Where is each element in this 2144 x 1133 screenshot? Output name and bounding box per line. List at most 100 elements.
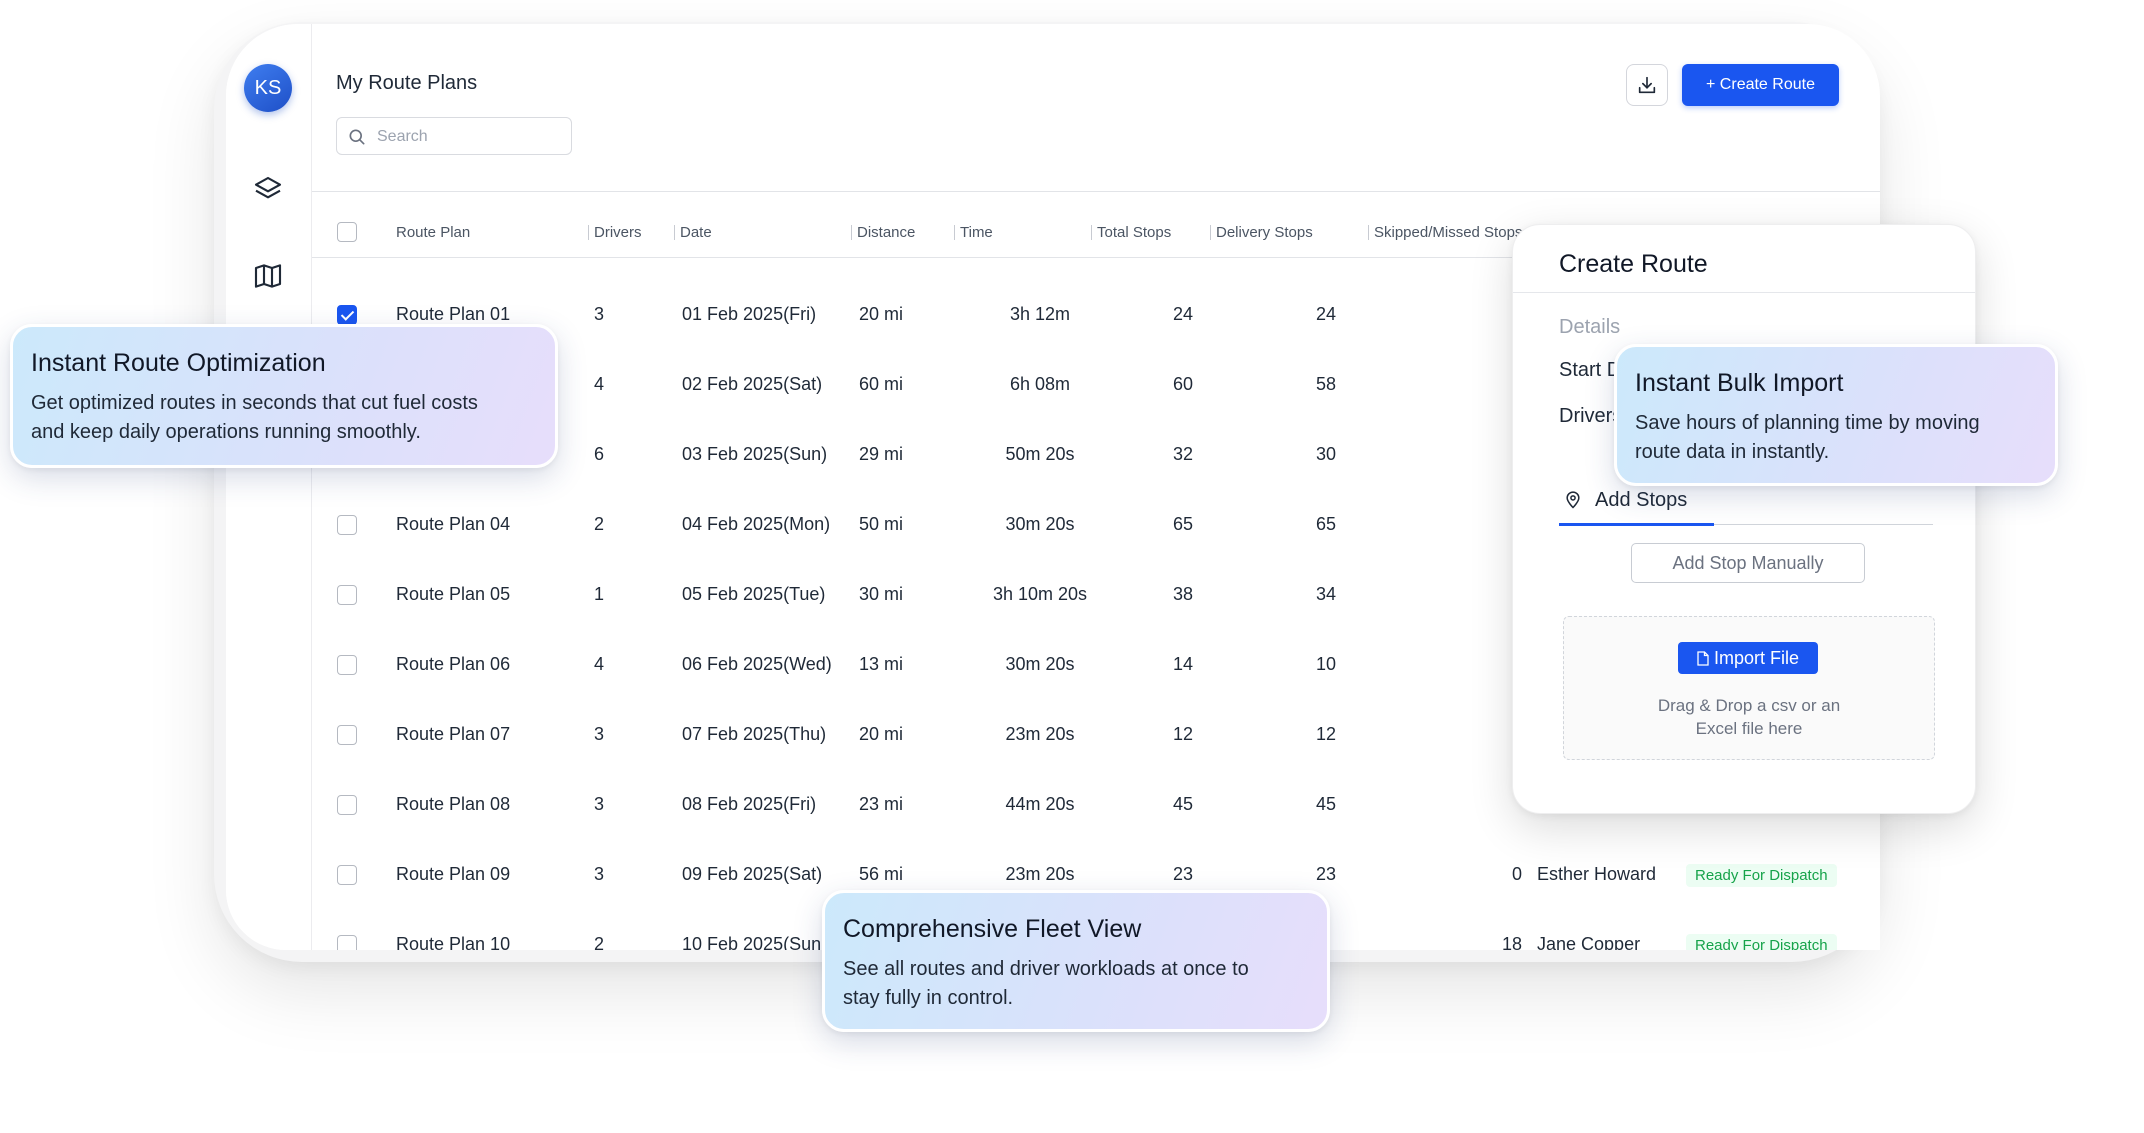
cell-created-by: Esther Howard xyxy=(1537,864,1657,884)
row-checkbox[interactable] xyxy=(337,795,357,815)
download-button[interactable] xyxy=(1626,64,1668,106)
callout-title: Comprehensive Fleet View xyxy=(843,915,1142,943)
cell-time: 30m 20s xyxy=(1005,654,1075,674)
cell-route-plan: Route Plan 07 xyxy=(396,724,511,744)
row-checkbox[interactable] xyxy=(337,655,357,675)
avatar[interactable]: KS xyxy=(244,64,292,112)
col-delivery-stops[interactable]: Delivery Stops xyxy=(1210,224,1313,241)
cell-time: 23m 20s xyxy=(1005,864,1075,884)
callout-body: Get optimized routes in seconds that cut… xyxy=(31,389,478,447)
cell-drivers: 1 xyxy=(594,584,605,604)
cell-delivery-stops: 30 xyxy=(1315,444,1336,464)
callout-body: See all routes and driver workloads at o… xyxy=(843,955,1249,1013)
cell-date: 06 Feb 2025(Wed) xyxy=(682,654,832,674)
cell-total-stops: 45 xyxy=(1172,794,1193,814)
row-checkbox[interactable] xyxy=(337,865,357,885)
cell-total-stops: 24 xyxy=(1172,304,1193,324)
cell-created-by: Jane Copper xyxy=(1537,934,1641,950)
cell-route-plan: Route Plan 04 xyxy=(396,514,511,534)
col-total-stops[interactable]: Total Stops xyxy=(1090,224,1171,241)
col-skipped-stops[interactable]: Skipped/Missed Stops xyxy=(1367,224,1522,241)
cell-total-stops: 60 xyxy=(1172,374,1193,394)
row-checkbox[interactable] xyxy=(337,585,357,605)
start-date-label: Start D xyxy=(1559,359,1622,381)
download-icon xyxy=(1638,76,1656,94)
status-badge: Ready For Dispatch xyxy=(1686,864,1837,887)
cell-delivery-stops: 58 xyxy=(1315,374,1336,394)
cell-date: 10 Feb 2025(Sun xyxy=(682,934,822,950)
cell-total-stops: 32 xyxy=(1172,444,1193,464)
callout-route-optimization: Instant Route Optimization Get optimized… xyxy=(10,324,558,468)
layers-icon[interactable] xyxy=(252,174,284,206)
divider xyxy=(1513,292,1975,293)
col-drivers[interactable]: Drivers xyxy=(588,224,642,241)
cell-date: 05 Feb 2025(Tue) xyxy=(682,584,826,604)
create-route-button[interactable]: + Create Route xyxy=(1682,64,1839,106)
cell-delivery-stops: 45 xyxy=(1315,794,1336,814)
search-input[interactable] xyxy=(377,126,557,148)
cell-drivers: 4 xyxy=(594,654,605,674)
drop-text-line: Excel file here xyxy=(1695,719,1803,738)
cell-delivery-stops: 23 xyxy=(1315,864,1336,884)
search-icon xyxy=(349,129,365,145)
cell-delivery-stops: 12 xyxy=(1315,724,1336,744)
import-file-label: Import File xyxy=(1713,647,1800,668)
col-route-plan[interactable]: Route Plan xyxy=(396,224,470,241)
create-route-panel: Create Route Details Start D Drivers Add… xyxy=(1512,224,1976,814)
cell-distance: 20 mi xyxy=(859,304,904,324)
cell-skipped-stops: 0 xyxy=(1511,864,1522,884)
cell-skipped-stops: 18 xyxy=(1501,934,1522,950)
cell-date: 02 Feb 2025(Sat) xyxy=(682,374,823,394)
cell-date: 09 Feb 2025(Sat) xyxy=(682,864,823,884)
cell-total-stops: 65 xyxy=(1172,514,1193,534)
cell-distance: 29 mi xyxy=(859,444,904,464)
status-badge: Ready For Dispatch xyxy=(1686,934,1837,950)
row-checkbox[interactable] xyxy=(337,305,357,325)
cell-route-plan: Route Plan 01 xyxy=(396,304,511,324)
add-stops-label: Add Stops xyxy=(1595,489,1688,511)
cell-distance: 23 mi xyxy=(859,794,904,814)
search-box[interactable] xyxy=(336,117,572,155)
file-icon xyxy=(1697,650,1709,666)
cell-route-plan: Route Plan 08 xyxy=(396,794,511,814)
callout-text: See all routes and driver workloads at o… xyxy=(843,958,1249,980)
location-pin-icon xyxy=(1566,491,1580,509)
cell-drivers: 6 xyxy=(594,444,605,464)
cell-date: 01 Feb 2025(Fri) xyxy=(682,304,817,324)
cell-drivers: 3 xyxy=(594,794,605,814)
cell-distance: 13 mi xyxy=(859,654,904,674)
cell-delivery-stops: 34 xyxy=(1315,584,1336,604)
cell-route-plan: Route Plan 05 xyxy=(396,584,511,604)
cell-date: 04 Feb 2025(Mon) xyxy=(682,514,831,534)
cell-distance: 30 mi xyxy=(859,584,904,604)
cell-drivers: 2 xyxy=(594,934,605,950)
row-checkbox[interactable] xyxy=(337,515,357,535)
callout-text: route data in instantly. xyxy=(1635,441,1830,463)
page-title: My Route Plans xyxy=(336,72,478,94)
divider xyxy=(312,191,1880,192)
cell-date: 07 Feb 2025(Thu) xyxy=(682,724,827,744)
add-stop-manually-button[interactable]: Add Stop Manually xyxy=(1631,543,1865,583)
row-checkbox[interactable] xyxy=(337,725,357,745)
col-time[interactable]: Time xyxy=(954,224,993,241)
cell-time: 23m 20s xyxy=(1005,724,1075,744)
row-checkbox[interactable] xyxy=(337,935,357,950)
add-stops-tab[interactable]: Add Stops xyxy=(1559,487,1933,526)
select-all-checkbox[interactable] xyxy=(337,222,357,242)
file-drop-zone[interactable]: Import File Drag & Drop a csv or an Exce… xyxy=(1563,616,1935,760)
col-distance[interactable]: Distance xyxy=(850,224,915,241)
callout-text: Get optimized routes in seconds that cut… xyxy=(31,392,478,414)
callout-bulk-import: Instant Bulk Import Save hours of planni… xyxy=(1614,344,2058,486)
cell-time: 50m 20s xyxy=(1005,444,1075,464)
callout-title: Instant Route Optimization xyxy=(31,349,326,377)
cell-time: 3h 12m xyxy=(1009,304,1071,324)
col-date[interactable]: Date xyxy=(674,224,712,241)
map-icon[interactable] xyxy=(252,260,284,292)
cell-drivers: 4 xyxy=(594,374,605,394)
callout-text: Save hours of planning time by moving xyxy=(1635,412,1980,434)
drop-text-line: Drag & Drop a csv or an xyxy=(1657,696,1841,715)
cell-route-plan: Route Plan 06 xyxy=(396,654,511,674)
cell-distance: 20 mi xyxy=(859,724,904,744)
panel-title: Create Route xyxy=(1559,250,1708,278)
import-file-button[interactable]: Import File xyxy=(1678,642,1818,674)
